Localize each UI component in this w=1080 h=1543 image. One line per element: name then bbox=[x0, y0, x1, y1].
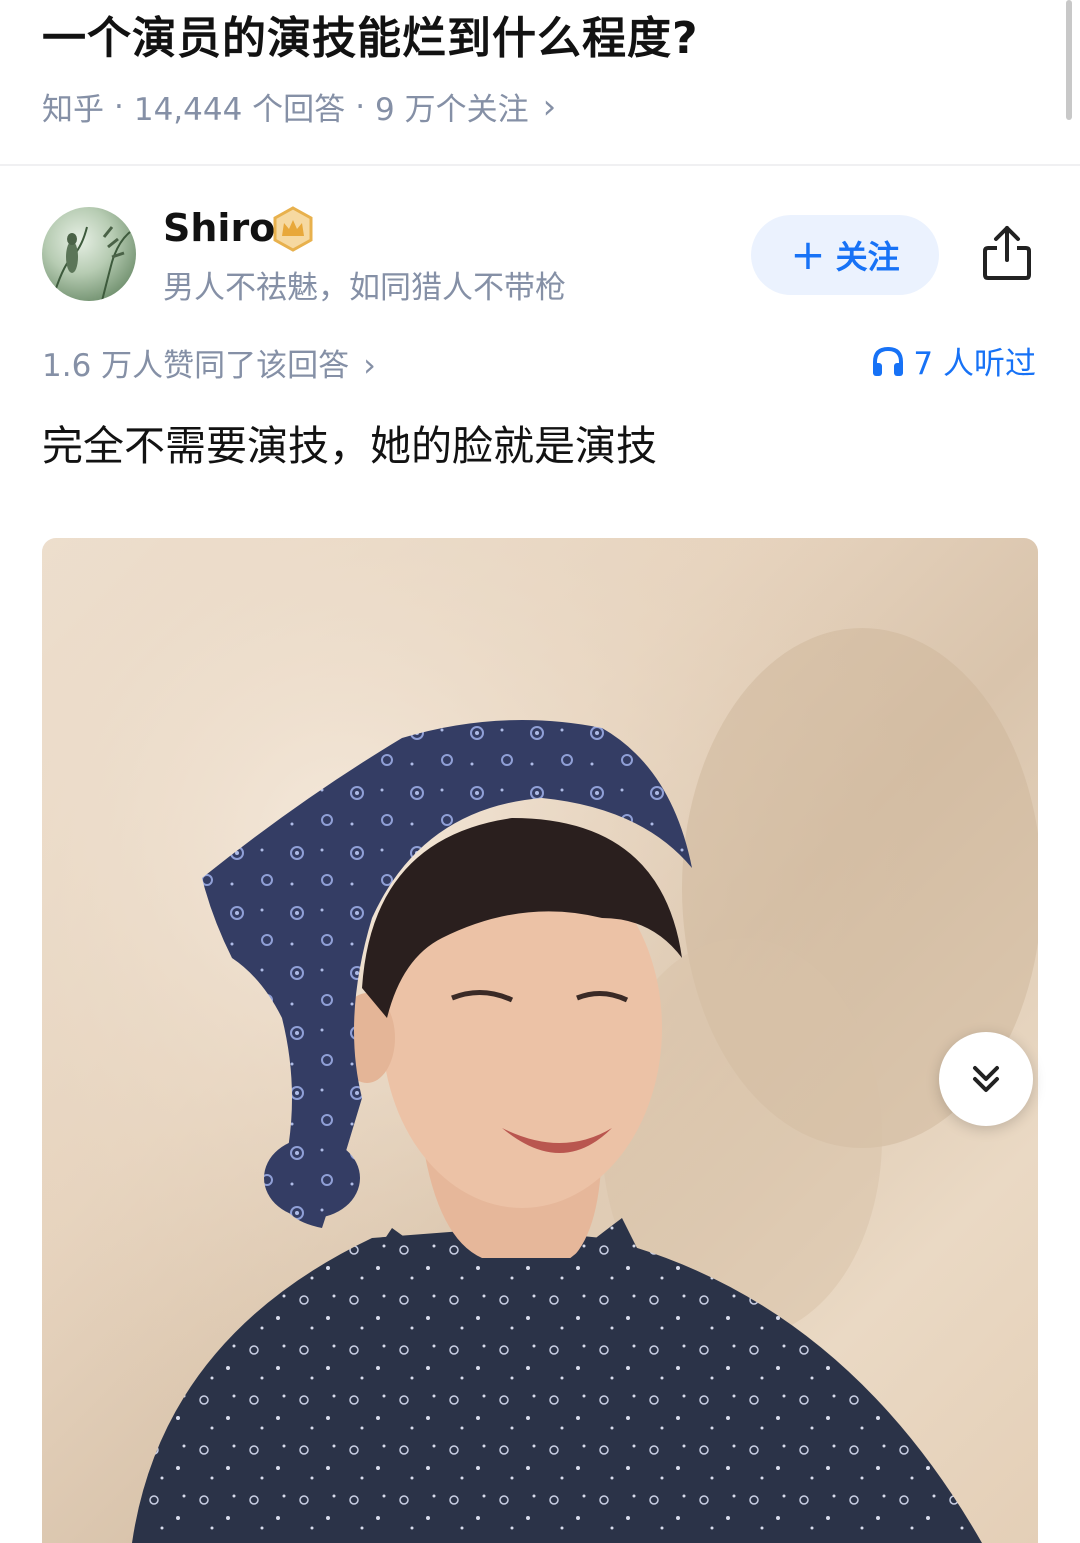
scroll-down-button[interactable] bbox=[939, 1032, 1033, 1126]
scrollbar[interactable] bbox=[1066, 0, 1072, 120]
answer-photo[interactable] bbox=[42, 538, 1038, 1543]
follow-button[interactable]: + 关注 bbox=[751, 215, 939, 295]
share-icon[interactable] bbox=[980, 224, 1034, 282]
headphones-icon bbox=[873, 346, 904, 376]
divider bbox=[0, 164, 1080, 166]
author-bio: 男人不祛魅，如同猎人不带枪 bbox=[163, 270, 566, 306]
chevron-right-icon: › bbox=[363, 346, 376, 384]
meta-separator: · bbox=[114, 88, 124, 125]
crown-badge-icon bbox=[270, 206, 316, 252]
question-header: 一个演员的演技能烂到什么程度? 知乎 · 14,444 个回答 · 9 万个关注… bbox=[0, 0, 1080, 164]
listen-count[interactable]: 7 人听过 bbox=[871, 338, 1036, 383]
answer-count: 14,444 个回答 bbox=[133, 92, 346, 128]
listen-label: 7 人听过 bbox=[913, 346, 1036, 382]
double-chevron-down-icon bbox=[973, 1066, 999, 1092]
avatar-ink-painting bbox=[51, 226, 131, 301]
vote-label: 1.6 万人赞同了该回答 bbox=[42, 348, 350, 384]
answer-text: 完全不需要演技，她的脸就是演技 bbox=[42, 422, 657, 470]
portrait-illustration bbox=[42, 538, 1038, 1543]
meta-separator: · bbox=[355, 88, 366, 125]
source-label: 知乎 bbox=[42, 92, 104, 128]
avatar[interactable] bbox=[42, 207, 136, 301]
vote-count[interactable]: 1.6 万人赞同了该回答 › bbox=[42, 340, 376, 385]
plus-icon: + bbox=[790, 230, 826, 279]
author-name[interactable]: Shiro bbox=[163, 206, 275, 250]
question-title[interactable]: 一个演员的演技能烂到什么程度? bbox=[42, 2, 699, 66]
chevron-right-icon: › bbox=[542, 86, 557, 127]
follower-count: 9 万个关注 bbox=[375, 92, 529, 128]
question-meta[interactable]: 知乎 · 14,444 个回答 · 9 万个关注 › bbox=[42, 84, 556, 129]
follow-label: 关注 bbox=[835, 238, 900, 276]
